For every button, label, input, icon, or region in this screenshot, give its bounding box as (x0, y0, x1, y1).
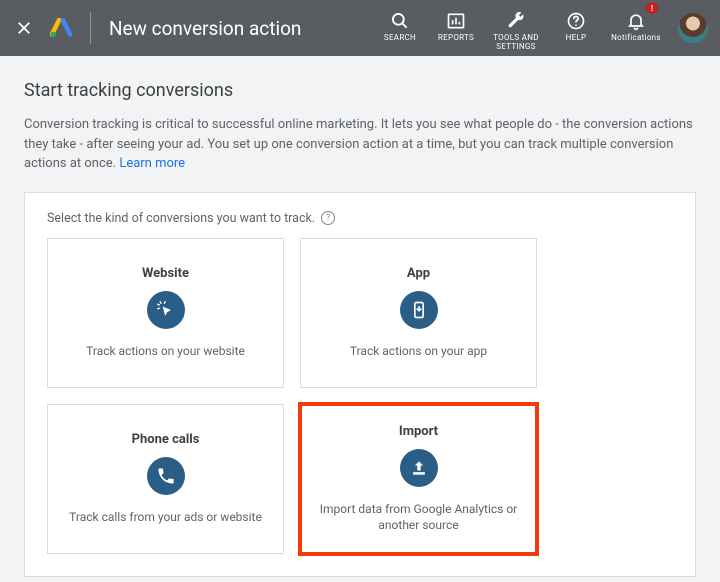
option-phone-calls[interactable]: Phone calls Track calls from your ads or… (47, 404, 284, 554)
learn-more-link[interactable]: Learn more (119, 156, 185, 171)
option-title: Import (399, 424, 438, 439)
nav-help[interactable]: HELP (548, 4, 604, 43)
option-desc: Import data from Google Analytics or ano… (317, 501, 520, 533)
help-icon (565, 10, 587, 32)
bell-icon (625, 10, 647, 32)
header-nav: SEARCH REPORTS TOOLS AND SETTINGS HELP ! (372, 4, 668, 52)
header-divider (90, 12, 91, 44)
option-title: Phone calls (132, 432, 200, 447)
conversion-options-card: Select the kind of conversions you want … (24, 192, 696, 577)
google-ads-logo[interactable] (50, 18, 72, 38)
section-description: Conversion tracking is critical to succe… (24, 115, 694, 174)
ads-logo-icon (50, 18, 72, 38)
upload-icon (400, 449, 438, 487)
main-content: Start tracking conversions Conversion tr… (0, 56, 720, 577)
account-avatar[interactable] (678, 13, 708, 43)
reports-icon (445, 10, 467, 32)
card-prompt: Select the kind of conversions you want … (47, 211, 673, 226)
phone-download-icon (400, 291, 438, 329)
option-import[interactable]: Import Import data from Google Analytics… (300, 404, 537, 554)
phone-icon (147, 457, 185, 495)
section-heading: Start tracking conversions (24, 80, 696, 101)
notification-badge: ! (646, 2, 658, 14)
close-icon (15, 19, 33, 37)
nav-search[interactable]: SEARCH (372, 4, 428, 43)
close-button[interactable] (12, 16, 36, 40)
search-icon (389, 10, 411, 32)
option-desc: Track actions on your website (86, 343, 245, 359)
page-title: New conversion action (109, 17, 301, 40)
option-desc: Track actions on your app (350, 343, 487, 359)
option-title: App (407, 266, 430, 281)
cursor-click-icon (147, 291, 185, 329)
card-prompt-text: Select the kind of conversions you want … (47, 211, 315, 226)
nav-tools-settings[interactable]: TOOLS AND SETTINGS (484, 4, 548, 52)
wrench-icon (505, 10, 527, 32)
option-app[interactable]: App Track actions on your app (300, 238, 537, 388)
nav-notifications[interactable]: ! Notifications (604, 4, 668, 43)
option-desc: Track calls from your ads or website (69, 509, 262, 525)
help-tooltip-icon[interactable]: ? (321, 211, 335, 225)
nav-reports[interactable]: REPORTS (428, 4, 484, 43)
options-grid: Website Track actions on your website Ap… (47, 238, 537, 554)
app-header: New conversion action SEARCH REPORTS TOO… (0, 0, 720, 56)
option-website[interactable]: Website Track actions on your website (47, 238, 284, 388)
option-title: Website (142, 266, 189, 281)
